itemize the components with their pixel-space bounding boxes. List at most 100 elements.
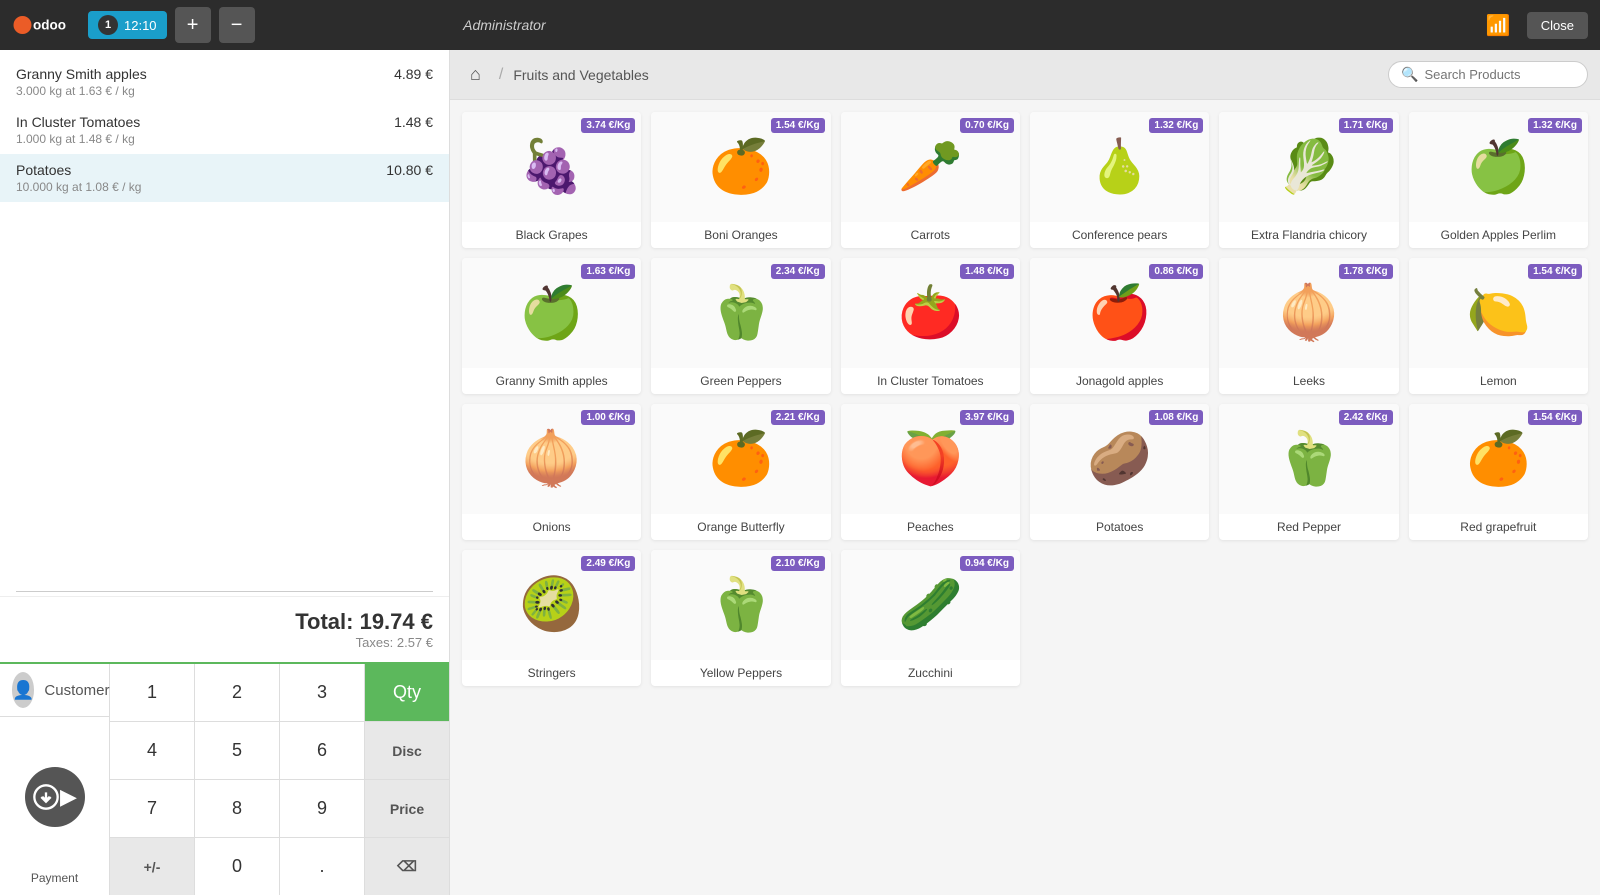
admin-label: Administrator xyxy=(183,17,827,33)
total-amount: Total: 19.74 € xyxy=(16,609,433,635)
key-dot[interactable]: . xyxy=(280,838,364,895)
payment-label[interactable]: Payment xyxy=(31,871,78,885)
main-layout: Granny Smith apples 3.000 kg at 1.63 € /… xyxy=(0,50,1600,895)
price-badge: 1.32 €/Kg xyxy=(1528,118,1582,133)
product-card[interactable]: 🥒 0.94 €/Kg Zucchini xyxy=(841,550,1020,686)
order-lines: Granny Smith apples 3.000 kg at 1.63 € /… xyxy=(0,50,449,587)
key-5[interactable]: 5 xyxy=(195,722,279,779)
home-button[interactable]: ⌂ xyxy=(462,60,489,89)
product-image-wrap: 🥕 0.70 €/Kg xyxy=(841,112,1020,222)
line-name: Granny Smith apples xyxy=(16,66,147,82)
backspace-button[interactable]: ⌫ xyxy=(365,838,449,895)
product-card[interactable]: 🍎 0.86 €/Kg Jonagold apples xyxy=(1030,258,1209,394)
price-button[interactable]: Price xyxy=(365,780,449,837)
product-name: Extra Flandria chicory xyxy=(1219,222,1398,248)
product-image-wrap: 🍎 0.86 €/Kg xyxy=(1030,258,1209,368)
price-badge: 1.32 €/Kg xyxy=(1149,118,1203,133)
product-image-wrap: 🧅 1.00 €/Kg xyxy=(462,404,641,514)
payment-circle-button[interactable]: ▶ xyxy=(25,767,85,827)
product-emoji: 🧅 xyxy=(1277,287,1342,339)
price-badge: 3.74 €/Kg xyxy=(581,118,635,133)
product-emoji: 🍐 xyxy=(1087,141,1152,193)
product-name: Black Grapes xyxy=(462,222,641,248)
price-badge: 1.71 €/Kg xyxy=(1339,118,1393,133)
product-emoji: 🥬 xyxy=(1277,141,1342,193)
product-card[interactable]: 🫑 2.10 €/Kg Yellow Peppers xyxy=(651,550,830,686)
order-line[interactable]: Granny Smith apples 3.000 kg at 1.63 € /… xyxy=(0,58,449,106)
product-name: Yellow Peppers xyxy=(651,660,830,686)
price-badge: 1.00 €/Kg xyxy=(581,410,635,425)
price-badge: 2.42 €/Kg xyxy=(1339,410,1393,425)
disc-button[interactable]: Disc xyxy=(365,722,449,779)
line-name: Potatoes xyxy=(16,162,141,178)
product-image-wrap: 🫑 2.42 €/Kg xyxy=(1219,404,1398,514)
customer-button[interactable]: 👤 Customer xyxy=(0,664,109,717)
price-badge: 0.86 €/Kg xyxy=(1149,264,1203,279)
tax-amount: Taxes: 2.57 € xyxy=(16,635,433,650)
key-8[interactable]: 8 xyxy=(195,780,279,837)
key-plusminus[interactable]: +/- xyxy=(110,838,194,895)
order-line[interactable]: Potatoes 10.000 kg at 1.08 € / kg 10.80 … xyxy=(0,154,449,202)
close-button[interactable]: Close xyxy=(1527,12,1588,39)
product-card[interactable]: 🧅 1.00 €/Kg Onions xyxy=(462,404,641,540)
breadcrumb-category: Fruits and Vegetables xyxy=(513,67,648,83)
product-image-wrap: 🫑 2.10 €/Kg xyxy=(651,550,830,660)
product-image-wrap: 🥬 1.71 €/Kg xyxy=(1219,112,1398,222)
key-4[interactable]: 4 xyxy=(110,722,194,779)
product-image-wrap: 🫑 2.34 €/Kg xyxy=(651,258,830,368)
product-card[interactable]: 🍏 1.32 €/Kg Golden Apples Perlim xyxy=(1409,112,1588,248)
order-tab[interactable]: 1 12:10 xyxy=(88,11,167,39)
product-card[interactable]: 🥕 0.70 €/Kg Carrots xyxy=(841,112,1020,248)
key-6[interactable]: 6 xyxy=(280,722,364,779)
product-image-wrap: 🥔 1.08 €/Kg xyxy=(1030,404,1209,514)
product-image-wrap: 🍐 1.32 €/Kg xyxy=(1030,112,1209,222)
order-line[interactable]: In Cluster Tomatoes 1.000 kg at 1.48 € /… xyxy=(0,106,449,154)
key-2[interactable]: 2 xyxy=(195,664,279,721)
product-image-wrap: 🍊 1.54 €/Kg xyxy=(1409,404,1588,514)
key-1[interactable]: 1 xyxy=(110,664,194,721)
price-badge: 2.34 €/Kg xyxy=(771,264,825,279)
product-card[interactable]: 🫑 2.42 €/Kg Red Pepper xyxy=(1219,404,1398,540)
product-emoji: 🥝 xyxy=(519,579,584,631)
numpad-grid: 1 2 3 Qty 4 5 6 Disc 7 8 9 Price +/- 0 xyxy=(110,664,449,895)
product-name: In Cluster Tomatoes xyxy=(841,368,1020,394)
product-emoji: 🍇 xyxy=(519,141,584,193)
product-card[interactable]: 🍇 3.74 €/Kg Black Grapes xyxy=(462,112,641,248)
product-card[interactable]: 🥔 1.08 €/Kg Potatoes xyxy=(1030,404,1209,540)
price-badge: 1.54 €/Kg xyxy=(1528,410,1582,425)
product-card[interactable]: 🫑 2.34 €/Kg Green Peppers xyxy=(651,258,830,394)
key-7[interactable]: 7 xyxy=(110,780,194,837)
line-detail: 1.000 kg at 1.48 € / kg xyxy=(16,132,140,146)
odoo-logo: odoo xyxy=(12,7,72,43)
product-name: Stringers xyxy=(462,660,641,686)
product-emoji: 🥔 xyxy=(1087,433,1152,485)
product-card[interactable]: 🍊 1.54 €/Kg Boni Oranges xyxy=(651,112,830,248)
search-icon: 🔍 xyxy=(1401,66,1418,83)
product-card[interactable]: 🍏 1.63 €/Kg Granny Smith apples xyxy=(462,258,641,394)
product-emoji: 🫑 xyxy=(709,579,774,631)
product-card[interactable]: 🍊 1.54 €/Kg Red grapefruit xyxy=(1409,404,1588,540)
key-0[interactable]: 0 xyxy=(195,838,279,895)
line-name: In Cluster Tomatoes xyxy=(16,114,140,130)
product-card[interactable]: 🍊 2.21 €/Kg Orange Butterfly xyxy=(651,404,830,540)
search-input[interactable] xyxy=(1424,67,1575,82)
total-divider xyxy=(16,591,433,592)
qty-button[interactable]: Qty xyxy=(365,664,449,721)
line-price: 4.89 € xyxy=(394,66,433,82)
key-3[interactable]: 3 xyxy=(280,664,364,721)
product-name: Green Peppers xyxy=(651,368,830,394)
product-card[interactable]: 🍋 1.54 €/Kg Lemon xyxy=(1409,258,1588,394)
breadcrumb-separator: / xyxy=(499,66,503,84)
product-emoji: 🍎 xyxy=(1087,287,1152,339)
product-card[interactable]: 🍐 1.32 €/Kg Conference pears xyxy=(1030,112,1209,248)
product-name: Orange Butterfly xyxy=(651,514,830,540)
key-9[interactable]: 9 xyxy=(280,780,364,837)
price-badge: 0.70 €/Kg xyxy=(960,118,1014,133)
product-card[interactable]: 🥬 1.71 €/Kg Extra Flandria chicory xyxy=(1219,112,1398,248)
product-card[interactable]: 🍑 3.97 €/Kg Peaches xyxy=(841,404,1020,540)
product-name: Boni Oranges xyxy=(651,222,830,248)
search-box[interactable]: 🔍 xyxy=(1388,61,1588,88)
product-card[interactable]: 🍅 1.48 €/Kg In Cluster Tomatoes xyxy=(841,258,1020,394)
product-card[interactable]: 🥝 2.49 €/Kg Stringers xyxy=(462,550,641,686)
product-card[interactable]: 🧅 1.78 €/Kg Leeks xyxy=(1219,258,1398,394)
